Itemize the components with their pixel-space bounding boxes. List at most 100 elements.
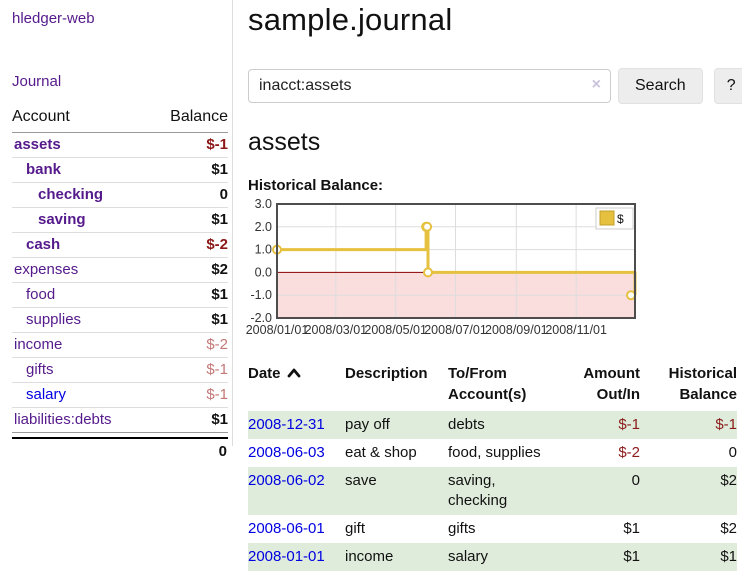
transaction-accounts: gifts <box>448 515 564 543</box>
account-link[interactable]: supplies <box>26 311 81 328</box>
account-row: liabilities:debts $1 <box>12 408 228 433</box>
account-link[interactable]: salary <box>26 386 66 403</box>
transaction-date-link[interactable]: 2008-01-01 <box>248 548 325 565</box>
account-row: assets $-1 <box>12 133 228 158</box>
account-link[interactable]: bank <box>26 161 61 178</box>
transaction-description: eat & shop <box>345 439 448 467</box>
svg-text:0.0: 0.0 <box>255 265 272 279</box>
sort-ascending-icon <box>287 367 301 378</box>
account-balance: $1 <box>149 208 228 233</box>
nav-journal-link[interactable]: Journal <box>12 73 228 90</box>
svg-text:2008/01/01: 2008/01/01 <box>246 323 309 337</box>
account-balance: $-1 <box>149 358 228 383</box>
account-link[interactable]: income <box>14 336 62 353</box>
transaction-date-link[interactable]: 2008-12-31 <box>248 416 325 433</box>
account-row: checking 0 <box>12 183 228 208</box>
page-title: sample.journal <box>248 2 742 38</box>
transaction-accounts: debts <box>448 411 564 439</box>
account-row: food $1 <box>12 283 228 308</box>
transaction-description: save <box>345 467 448 515</box>
accounts-table: Account Balance assets $-1 bank $1 checking 0… <box>12 106 228 433</box>
account-balance: $-2 <box>149 233 228 258</box>
register-header-description: Description <box>345 361 448 411</box>
register-table: Date Description To/From Account(s) Amou… <box>248 361 737 571</box>
transaction-balance: $2 <box>648 467 737 515</box>
transaction-amount: $1 <box>564 543 648 571</box>
transaction-accounts: saving, checking <box>448 467 564 515</box>
account-balance: $-1 <box>149 133 228 158</box>
account-balance: $1 <box>149 283 228 308</box>
account-row: income $-2 <box>12 333 228 358</box>
transaction-balance: $2 <box>648 515 737 543</box>
account-row: gifts $-1 <box>12 358 228 383</box>
search-button[interactable]: Search <box>618 68 703 104</box>
transaction-accounts: food, supplies <box>448 439 564 467</box>
account-row: expenses $2 <box>12 258 228 283</box>
account-link[interactable]: cash <box>26 236 60 253</box>
accounts-header-row: Account Balance <box>12 106 228 133</box>
transaction-row: 2008-12-31pay offdebts$-1$-1 <box>248 411 737 439</box>
transaction-date-link[interactable]: 2008-06-01 <box>248 520 325 537</box>
account-link[interactable]: saving <box>38 211 86 228</box>
account-balance: $-2 <box>149 333 228 358</box>
register-header-balance: Historical Balance <box>648 361 737 411</box>
account-row: supplies$1 <box>12 308 228 333</box>
account-balance: $1 <box>149 158 228 183</box>
sidebar: hledger-web Journal Account Balance asse… <box>0 0 233 446</box>
clear-search-icon[interactable]: × <box>592 77 601 93</box>
account-balance: $1 <box>149 408 228 433</box>
transaction-date-link[interactable]: 2008-06-02 <box>248 472 325 489</box>
account-link[interactable]: assets <box>14 136 61 153</box>
svg-text:2008/11/01: 2008/11/01 <box>545 323 607 337</box>
account-link[interactable]: food <box>26 286 55 303</box>
accounts-header-balance: Balance <box>149 106 228 133</box>
account-row: cash $-2 <box>12 233 228 258</box>
register-header-amount: Amount Out/In <box>564 361 648 411</box>
register-header-accounts: To/From Account(s) <box>448 361 564 411</box>
transaction-row: 2008-06-01giftgifts$1$2 <box>248 515 737 543</box>
account-balance: $-1 <box>149 383 228 408</box>
svg-text:-1.0: -1.0 <box>250 288 272 302</box>
sidebar-total: 0 <box>12 437 228 460</box>
register-header-row: Date Description To/From Account(s) Amou… <box>248 361 737 411</box>
legend-label: $ <box>617 212 624 226</box>
transaction-balance: $-1 <box>648 411 737 439</box>
account-heading: assets <box>248 128 742 157</box>
transaction-amount: $1 <box>564 515 648 543</box>
svg-text:2008/05/01: 2008/05/01 <box>364 323 427 337</box>
svg-text:2008/09/01: 2008/09/01 <box>485 323 548 337</box>
account-row: salary $-1 <box>12 383 228 408</box>
svg-text:2008/03/01: 2008/03/01 <box>305 323 368 337</box>
account-balance: 0 <box>149 183 228 208</box>
transaction-amount: $-1 <box>564 411 648 439</box>
historical-balance-chart-svg: $3.02.01.00.0-1.0-2.02008/01/012008/03/0… <box>248 201 636 341</box>
transaction-balance: $1 <box>648 543 737 571</box>
balance-chart: $3.02.01.00.0-1.0-2.02008/01/012008/03/0… <box>248 201 742 341</box>
transaction-amount: 0 <box>564 467 648 515</box>
transaction-row: 2008-06-02 savesaving, checking0$2 <box>248 467 737 515</box>
chart-title: Historical Balance: <box>248 177 742 194</box>
register-header-date[interactable]: Date <box>248 361 345 411</box>
account-link[interactable]: gifts <box>26 361 54 378</box>
svg-text:2.0: 2.0 <box>255 220 272 234</box>
search-input[interactable] <box>248 69 611 103</box>
app-title-link[interactable]: hledger-web <box>12 10 228 27</box>
svg-text:3.0: 3.0 <box>255 197 272 211</box>
account-link[interactable]: liabilities:debts <box>14 411 112 428</box>
account-row: bank $1 <box>12 158 228 183</box>
register-header-date-label: Date <box>248 365 281 382</box>
transaction-row: 2008-06-03eat & shopfood, supplies$-20 <box>248 439 737 467</box>
account-link[interactable]: expenses <box>14 261 78 278</box>
accounts-header-account: Account <box>12 106 149 133</box>
svg-text:1.0: 1.0 <box>255 243 272 257</box>
transaction-accounts: salary <box>448 543 564 571</box>
help-button[interactable]: ? <box>714 68 742 104</box>
transaction-date-link[interactable]: 2008-06-03 <box>248 444 325 461</box>
search-input-wrap: × <box>248 69 611 103</box>
account-link[interactable]: checking <box>38 186 103 203</box>
account-row: saving $1 <box>12 208 228 233</box>
transaction-description: pay off <box>345 411 448 439</box>
page: hledger-web Journal Account Balance asse… <box>0 0 742 582</box>
main-content: sample.journal × Search ? assets Histori… <box>233 0 742 582</box>
account-balance: $2 <box>149 258 228 283</box>
